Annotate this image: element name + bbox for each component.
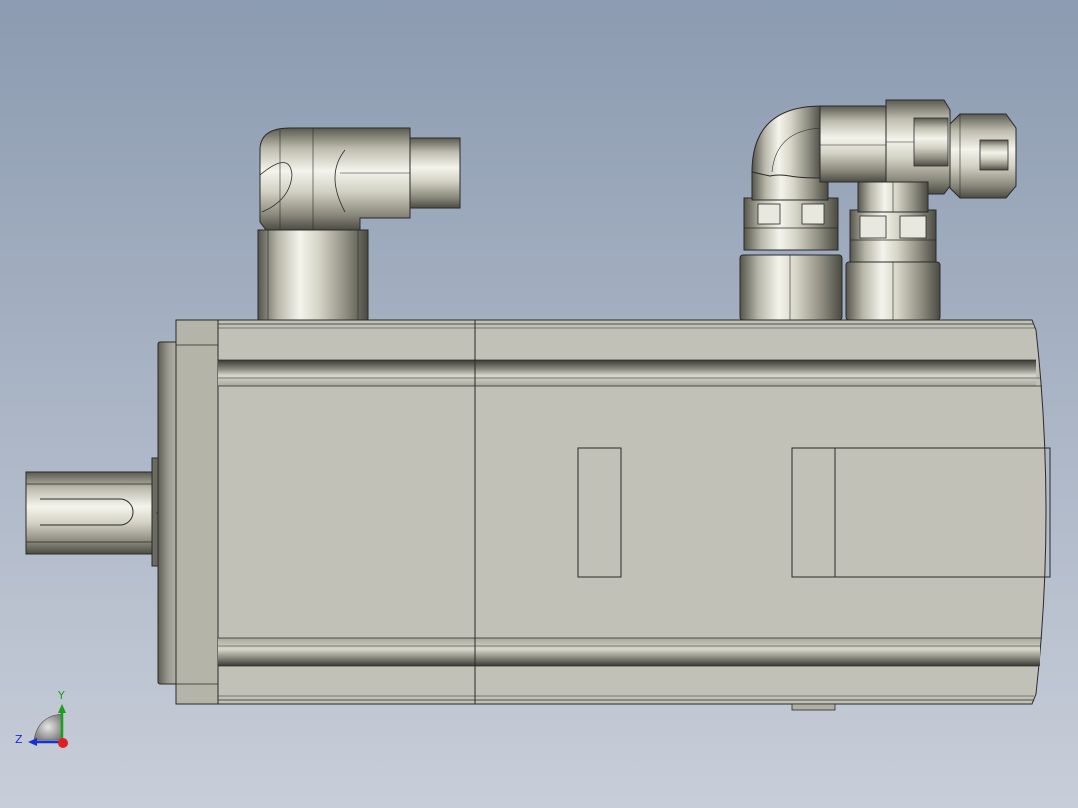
triad-x-origin bbox=[58, 738, 68, 748]
motor-flange[interactable] bbox=[157, 319, 219, 705]
triad-z-label: Z bbox=[15, 733, 23, 746]
motor-housing[interactable] bbox=[217, 319, 1051, 711]
cad-scene[interactable]: Y Z bbox=[0, 0, 1078, 808]
cad-viewport[interactable]: Y Z bbox=[0, 0, 1078, 808]
triad-y-label: Y bbox=[57, 689, 65, 702]
housing-bottom-groove bbox=[218, 638, 1040, 666]
housing-top-groove bbox=[218, 360, 1036, 386]
motor-shaft[interactable] bbox=[25, 457, 176, 567]
brake-connector[interactable] bbox=[845, 181, 941, 321]
